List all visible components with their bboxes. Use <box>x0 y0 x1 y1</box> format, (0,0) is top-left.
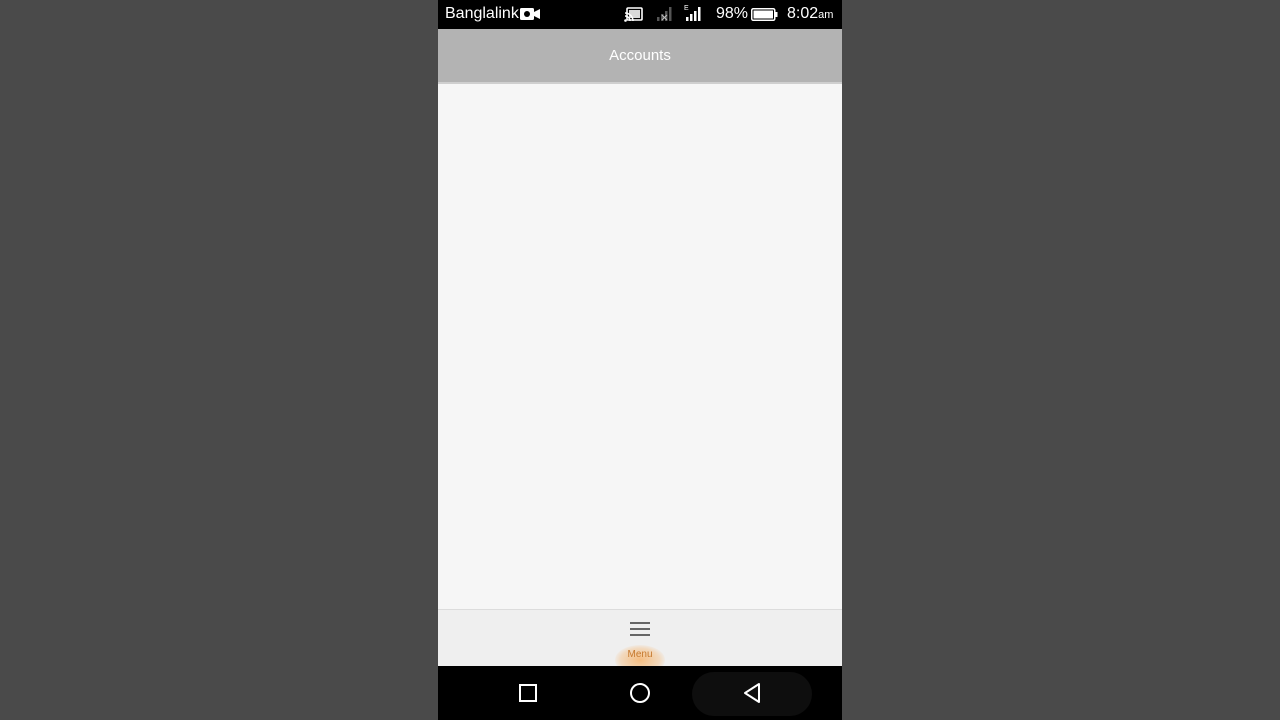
cast-icon <box>624 7 643 27</box>
recents-button[interactable] <box>498 666 558 720</box>
video-record-icon <box>520 7 540 26</box>
menu-button[interactable]: Menu <box>610 610 670 667</box>
system-navigation-bar <box>438 666 842 720</box>
battery-percent: 98% <box>716 5 749 22</box>
carrier-name: Banglalink <box>445 5 519 22</box>
clock-time: 8:02 <box>787 5 819 22</box>
signal-no-service-icon <box>657 7 675 26</box>
signal-bars-icon: E <box>684 4 706 27</box>
home-button[interactable] <box>610 666 670 720</box>
clock-ampm: am <box>818 9 834 21</box>
hamburger-menu-icon <box>630 622 650 638</box>
back-triangle-icon <box>744 683 760 703</box>
app-bar: Accounts <box>438 29 842 84</box>
back-button[interactable] <box>722 666 782 720</box>
network-type-label: E <box>684 5 689 12</box>
clock: 8:02am <box>787 5 833 23</box>
recents-square-icon <box>519 684 537 702</box>
page-title: Accounts <box>609 47 671 64</box>
battery-icon <box>751 8 778 26</box>
bottom-menu-bar: Menu <box>438 609 842 675</box>
accounts-content-area <box>438 84 842 609</box>
home-circle-icon <box>630 683 650 703</box>
phone-screen: Banglalink E 98% 8:02am Accounts Menu <box>438 0 842 720</box>
menu-label: Menu <box>627 649 653 660</box>
status-bar: Banglalink E 98% 8:02am <box>438 0 842 29</box>
